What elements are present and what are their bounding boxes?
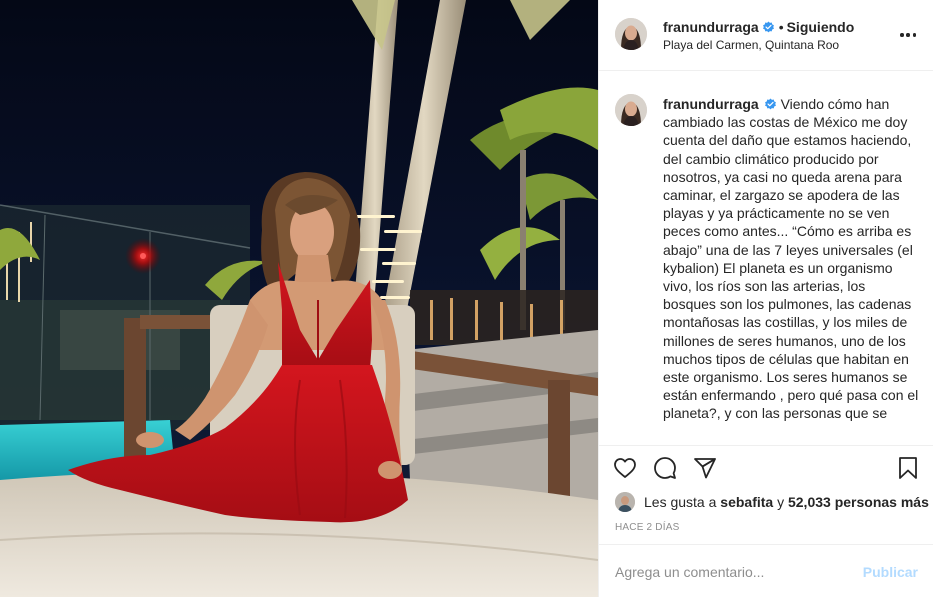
author-avatar[interactable] (615, 18, 647, 50)
post-timestamp[interactable]: Hace 2 días (615, 522, 679, 533)
liker-avatar[interactable] (615, 492, 635, 512)
comments-area[interactable]: franundurraga Viendo cómo han cambiado l… (599, 71, 933, 445)
ellipsis-dot (906, 33, 910, 37)
comment-input[interactable] (615, 561, 855, 583)
likes-connector: y (777, 494, 785, 510)
author-username[interactable]: franundurraga (663, 19, 759, 35)
publish-button[interactable]: Publicar (863, 564, 918, 580)
caption-avatar-image (615, 94, 647, 126)
likes-summary: Les gusta a sebafita y 52,033 personas m… (615, 492, 929, 512)
post-header: franundurraga • Siguiendo Playa del Carmen… (599, 0, 933, 71)
liker-username[interactable]: sebafita (720, 494, 773, 510)
caption-username[interactable]: franundurraga (663, 96, 759, 112)
following-button[interactable]: Siguiendo (787, 19, 855, 35)
verified-badge-icon (764, 97, 777, 110)
header-separator: • (778, 19, 784, 35)
heart-icon[interactable] (611, 454, 639, 482)
instagram-post: franundurraga • Siguiendo Playa del Carmen… (0, 0, 933, 597)
ellipsis-dot (912, 33, 916, 37)
photo-illustration (0, 0, 598, 597)
verified-badge-icon (762, 21, 775, 34)
ellipsis-dot (900, 33, 904, 37)
post-photo[interactable] (0, 0, 598, 597)
post-location[interactable]: Playa del Carmen, Quintana Roo (663, 38, 839, 52)
post-sidebar: franundurraga • Siguiendo Playa del Carmen… (598, 0, 933, 597)
ellipsis-icon[interactable] (898, 25, 918, 45)
paper-plane-icon[interactable] (691, 454, 719, 482)
likes-count-link[interactable]: 52,033 personas más (788, 494, 929, 510)
post-actions: Les gusta a sebafita y 52,033 personas m… (599, 445, 933, 597)
bookmark-icon[interactable] (894, 454, 922, 482)
comment-form: Publicar (599, 544, 933, 597)
caption: franundurraga Viendo cómo han cambiado l… (663, 95, 919, 423)
header-user-line: franundurraga • Siguiendo (663, 19, 854, 35)
caption-author-avatar[interactable] (615, 94, 647, 126)
comment-bubble-icon[interactable] (651, 454, 679, 482)
caption-body: Viendo cómo han cambiado las costas de M… (663, 96, 919, 422)
author-avatar-image (615, 18, 647, 50)
liker-avatar-image (615, 492, 635, 512)
likes-prefix: Les gusta a (644, 494, 717, 510)
